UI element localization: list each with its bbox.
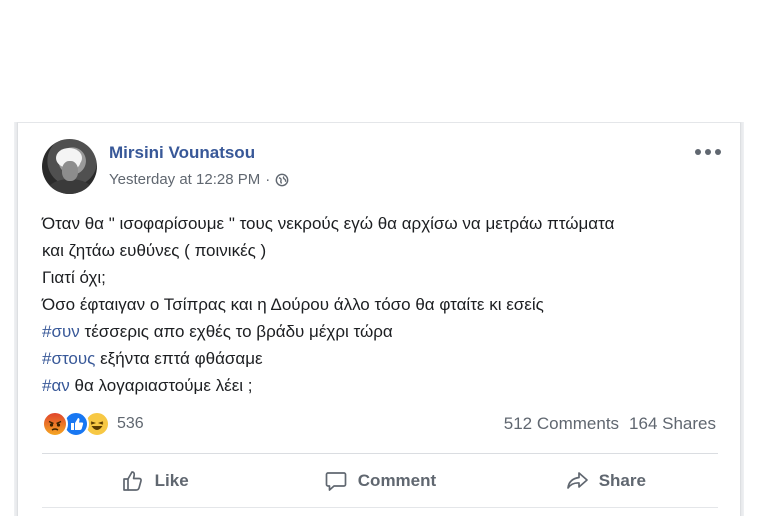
post-text-line: Όσο έφταιγαν ο Τσίπρας και η Δούρου άλλο… [42, 295, 544, 314]
share-label: Share [598, 471, 646, 490]
post-text-line: Γιατί όχι; [42, 268, 106, 287]
comments-count[interactable]: 512 Comments [504, 414, 619, 433]
meta-separator: · [265, 171, 271, 188]
shares-count[interactable]: 164 Shares [629, 414, 716, 433]
post-text-segment: θα λογαριαστούμε λέει ; [69, 376, 253, 395]
post-text-line: και ζητάω ευθύνες ( ποινικές ) [42, 241, 267, 260]
engagement-counts: 512 Comments 164 Shares [504, 414, 716, 434]
like-button[interactable]: Like [42, 462, 267, 500]
hashtag-link[interactable]: #συν [42, 322, 80, 341]
comment-icon [325, 472, 347, 491]
globe-icon[interactable] [275, 173, 289, 187]
reaction-count[interactable]: 536 [117, 415, 144, 433]
author-avatar[interactable] [42, 139, 97, 194]
hashtag-link[interactable]: #αν [42, 376, 70, 395]
post-text-line: #συν τέσσερις απο εχθές το βράδυ μέχρι τ… [42, 318, 722, 345]
more-options-icon[interactable] [695, 147, 721, 157]
post-body: Όταν θα " ισοφαρίσουμε " τους νεκρούς εγ… [42, 210, 722, 399]
comment-label: Comment [357, 471, 437, 490]
share-icon [566, 472, 588, 489]
post-meta: Yesterday at 12:28 PM · [109, 171, 289, 188]
author-name[interactable]: Mirsini Vounatsou [109, 143, 255, 163]
feed-right-border [741, 122, 744, 516]
like-label: Like [154, 471, 189, 490]
post-text-segment: τέσσερις απο εχθές το βράδυ μέχρι τώρα [79, 322, 393, 341]
thumbs-up-icon [122, 471, 142, 491]
post-actions: Like Comment Share [42, 461, 718, 501]
hashtag-link[interactable]: #στους [42, 349, 95, 368]
post-timestamp[interactable]: Yesterday at 12:28 PM [109, 171, 260, 188]
post-text-line: #στους εξήντα επτά φθάσαμε [42, 345, 722, 372]
comment-button[interactable]: Comment [267, 462, 492, 500]
divider [42, 507, 718, 508]
share-button[interactable]: Share [493, 462, 718, 500]
post-text-line: Όταν θα " ισοφαρίσουμε " τους νεκρούς εγ… [42, 214, 615, 233]
post-text-segment: εξήντα επτά φθάσαμε [95, 349, 263, 368]
post-card: Mirsini Vounatsou Yesterday at 12:28 PM … [17, 122, 741, 516]
reactions-summary[interactable]: 536 [42, 411, 144, 437]
angry-icon [42, 411, 68, 437]
divider [42, 453, 718, 454]
post-text-line: #αν θα λογαριαστούμε λέει ; [42, 372, 722, 399]
